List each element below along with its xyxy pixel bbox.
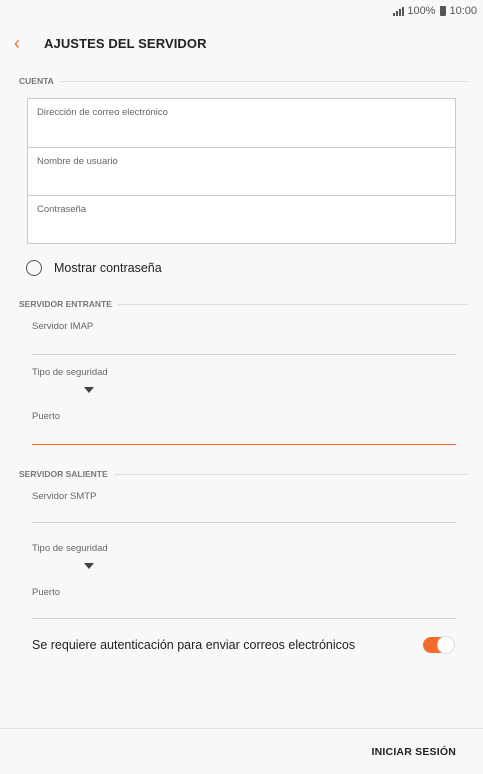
toggle-knob [437,636,455,654]
signal-icon [393,6,405,16]
username-field[interactable]: Nombre de usuario [28,147,455,195]
password-field[interactable]: Contraseña [28,195,455,243]
battery-percent: 100% [407,5,436,17]
bottom-bar: INICIAR SESIÓN [0,728,483,774]
outgoing-port-field[interactable]: Puerto [32,573,456,619]
clock: 10:00 [449,5,477,17]
status-bar: 100% 10:00 [0,0,483,22]
email-field-label: Dirección de correo electrónico [37,107,168,118]
show-password-option[interactable]: Mostrar contraseña [0,254,483,282]
app-bar: ‹ AJUSTES DEL SERVIDOR [0,22,483,64]
incoming-security-label: Tipo de seguridad [32,367,108,378]
page-title: AJUSTES DEL SERVIDOR [44,35,207,51]
smtp-server-label: Servidor SMTP [32,491,97,502]
auth-required-row[interactable]: Se requiere autenticación para enviar co… [32,619,455,671]
outgoing-port-label: Puerto [32,587,60,598]
dropdown-arrow-icon[interactable] [84,387,94,393]
divider [59,80,467,82]
incoming-security-select[interactable]: Tipo de seguridad [32,355,456,401]
incoming-port-field[interactable]: Puerto [32,401,456,445]
section-header-label: SERVIDOR SALIENTE [19,469,108,479]
imap-server-field[interactable]: Servidor IMAP [32,311,456,355]
section-header-label: SERVIDOR ENTRANTE [19,299,112,309]
divider [117,303,467,305]
battery-icon [440,6,447,16]
smtp-server-field[interactable]: Servidor SMTP [32,481,456,523]
dropdown-arrow-icon[interactable] [84,563,94,569]
radio-icon[interactable] [26,260,42,276]
auth-required-toggle[interactable] [423,636,455,654]
email-field[interactable]: Dirección de correo electrónico [28,99,455,147]
section-header-outgoing: SERVIDOR SALIENTE [0,467,483,481]
chevron-left-icon[interactable]: ‹ [14,34,38,52]
divider [113,473,467,475]
password-field-label: Contraseña [37,204,87,215]
show-password-label: Mostrar contraseña [54,261,162,275]
outgoing-security-select[interactable]: Tipo de seguridad [32,523,456,573]
incoming-port-label: Puerto [32,411,60,422]
section-header-label: CUENTA [19,76,54,86]
login-button[interactable]: INICIAR SESIÓN [372,746,456,758]
auth-required-label: Se requiere autenticación para enviar co… [32,638,356,652]
username-field-label: Nombre de usuario [37,156,118,167]
section-header-incoming: SERVIDOR ENTRANTE [0,297,483,311]
account-fields: Dirección de correo electrónico Nombre d… [27,98,456,244]
section-header-account: CUENTA [0,74,483,88]
imap-server-label: Servidor IMAP [32,321,94,332]
outgoing-security-label: Tipo de seguridad [32,543,108,554]
